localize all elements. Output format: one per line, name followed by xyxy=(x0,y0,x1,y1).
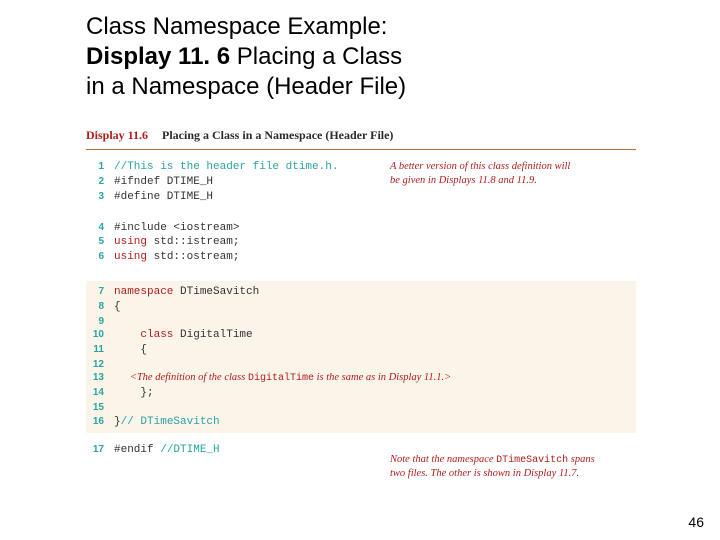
code-text: #endif xyxy=(114,444,160,456)
annot2-post: spans xyxy=(568,454,595,465)
lineno: 5 xyxy=(86,235,114,249)
placeholder-post: is the same as in Display 11.1.> xyxy=(314,372,451,383)
code-line: #ifndef DTIME_H xyxy=(114,175,213,190)
code-line: namespace DTimeSavitch xyxy=(114,285,259,300)
code-line: #include <iostream> xyxy=(114,221,239,236)
figure-caption: Placing a Class in a Namespace (Header F… xyxy=(162,128,393,143)
annot2-pre: Note that the namespace xyxy=(390,454,496,465)
figure-rule xyxy=(86,149,636,150)
lineno: 11 xyxy=(86,343,114,357)
code-line: #endif //DTIME_H xyxy=(114,443,220,458)
annotation-line: two files. The other is shown in Display… xyxy=(390,467,640,481)
lineno: 8 xyxy=(86,300,114,314)
code-block-includes: 4#include <iostream> 5using std::istream… xyxy=(86,221,636,266)
code-comment: // DTimeSavitch xyxy=(121,416,220,428)
code-text: std::istream; xyxy=(147,236,239,248)
code-line: { xyxy=(114,300,121,315)
code-line: class DigitalTime xyxy=(114,328,253,343)
slide-title: Class Namespace Example: Display 11. 6 P… xyxy=(86,12,646,102)
annot2-namespace: DTimeSavitch xyxy=(496,455,568,466)
lineno: 12 xyxy=(86,358,114,372)
placeholder-classname: DigitalTime xyxy=(248,373,314,384)
lineno: 6 xyxy=(86,250,114,264)
lineno: 7 xyxy=(86,285,114,299)
title-line-2-rest: Placing a Class xyxy=(230,43,402,70)
code-placeholder: <The definition of the class DigitalTime… xyxy=(114,371,451,386)
title-line-2: Display 11. 6 Placing a Class xyxy=(86,42,646,72)
placeholder-pre: <The definition of the class xyxy=(114,372,248,383)
code-line: using std::istream; xyxy=(114,235,239,250)
lineno: 2 xyxy=(86,175,114,189)
title-line-3: in a Namespace (Header File) xyxy=(86,72,646,102)
code-line: }; xyxy=(114,386,154,401)
code-listing: 1//This is the header file dtime.h. 2#if… xyxy=(86,160,636,458)
lineno: 1 xyxy=(86,160,114,174)
annotation-better-version: A better version of this class definitio… xyxy=(390,160,620,187)
code-line: { xyxy=(114,343,147,358)
lineno: 13 xyxy=(86,371,114,385)
lineno: 17 xyxy=(86,443,114,457)
lineno: 15 xyxy=(86,401,114,415)
code-text: DigitalTime xyxy=(173,329,252,341)
lineno: 14 xyxy=(86,386,114,400)
lineno: 4 xyxy=(86,221,114,235)
title-display-number: Display 11. 6 xyxy=(86,43,230,70)
annotation-line: A better version of this class definitio… xyxy=(390,160,620,174)
figure-header: Display 11.6 Placing a Class in a Namesp… xyxy=(86,128,636,145)
code-comment: //This is the header file dtime.h. xyxy=(114,160,338,175)
title-line-1: Class Namespace Example: xyxy=(86,12,646,42)
lineno: 3 xyxy=(86,190,114,204)
code-text: DTimeSavitch xyxy=(173,286,259,298)
keyword-using: using xyxy=(114,236,147,248)
slide: Class Namespace Example: Display 11. 6 P… xyxy=(0,0,720,540)
code-text: } xyxy=(114,416,121,428)
code-block-namespace: 7namespace DTimeSavitch 8{ 9 10 class Di… xyxy=(86,281,636,433)
figure-display-label: Display 11.6 xyxy=(86,128,148,143)
code-text: std::ostream; xyxy=(147,251,239,263)
annotation-spans-files: Note that the namespace DTimeSavitch spa… xyxy=(390,453,640,481)
keyword-using: using xyxy=(114,251,147,263)
lineno: 16 xyxy=(86,415,114,429)
code-line: #define DTIME_H xyxy=(114,190,213,205)
code-comment: //DTIME_H xyxy=(160,444,219,456)
code-line: }// DTimeSavitch xyxy=(114,415,220,430)
annotation-line: Note that the namespace DTimeSavitch spa… xyxy=(390,453,640,467)
lineno: 9 xyxy=(86,315,114,329)
annotation-line: be given in Displays 11.8 and 11.9. xyxy=(390,174,620,188)
page-number: 46 xyxy=(688,514,704,530)
keyword-namespace: namespace xyxy=(114,286,173,298)
lineno: 10 xyxy=(86,328,114,342)
keyword-class: class xyxy=(114,329,173,341)
code-line: using std::ostream; xyxy=(114,250,239,265)
